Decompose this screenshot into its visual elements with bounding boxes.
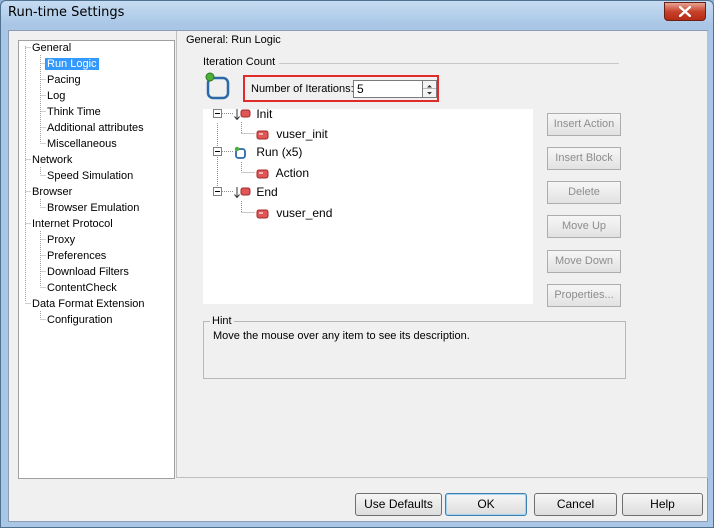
action-icon [256, 169, 269, 179]
flow-action-action[interactable]: Action [255, 164, 309, 182]
iteration-count-label: Iteration Count [203, 56, 276, 68]
tree-item-label: Miscellaneous [47, 138, 117, 150]
tree-item-label: Internet Protocol [32, 218, 113, 230]
tree-item-browser[interactable]: Browser [32, 185, 72, 200]
chevron-down-icon [427, 92, 432, 95]
tree-item-speed-simulation[interactable]: Speed Simulation [47, 169, 133, 184]
spin-up-button[interactable] [423, 81, 436, 89]
properties-button[interactable]: Properties... [547, 284, 621, 307]
dialog-client-area: General Run Logic Pacing Log Think Time … [8, 30, 708, 522]
insert-action-button[interactable]: Insert Action [547, 113, 621, 136]
insert-block-button[interactable]: Insert Block [547, 147, 621, 170]
iterations-highlight: Number of Iterations: [243, 75, 439, 102]
cancel-button[interactable]: Cancel [534, 493, 617, 516]
tree-item-label: Proxy [47, 234, 76, 246]
flow-action-vuser-end[interactable]: vuser_end [255, 204, 332, 222]
tree-item-label: Browser [32, 186, 73, 198]
iterations-stepper[interactable] [423, 80, 437, 98]
window-title: Run-time Settings [8, 5, 125, 20]
tree-item-label: Browser Emulation [47, 202, 140, 214]
tree-item-label: Pacing [47, 74, 81, 86]
action-icon [256, 130, 269, 140]
tree-item-label: ContentCheck [47, 282, 117, 294]
flow-item-label: vuser_init [276, 127, 328, 141]
tree-item-run-logic[interactable]: Run Logic [45, 57, 99, 72]
tree-item-label: Download Filters [47, 266, 129, 278]
panel-header: General: Run Logic [186, 34, 281, 46]
iterations-label: Number of Iterations: [251, 83, 354, 95]
flow-block-end[interactable]: End [233, 183, 278, 201]
tree-item-data-format-extension[interactable]: Data Format Extension [32, 297, 145, 312]
help-button[interactable]: Help [622, 493, 703, 516]
flow-item-label: Run (x5) [256, 145, 303, 159]
tree-item-internet-protocol[interactable]: Internet Protocol [32, 217, 113, 232]
title-bar[interactable]: Run-time Settings [1, 1, 713, 27]
flow-block-init[interactable]: Init [233, 105, 272, 123]
loop-icon [234, 146, 246, 159]
tree-item-think-time[interactable]: Think Time [47, 105, 101, 120]
flow-item-label: Action [275, 166, 310, 180]
ok-button[interactable]: OK [445, 493, 527, 516]
delete-button[interactable]: Delete [547, 181, 621, 204]
flow-block-run[interactable]: Run (x5) [233, 143, 302, 161]
tree-item-label: Preferences [47, 250, 107, 262]
tree-item-browser-emulation[interactable]: Browser Emulation [47, 201, 139, 216]
block-arrow-icon [234, 108, 251, 121]
flow-item-label: vuser_end [276, 206, 333, 220]
move-down-button[interactable]: Move Down [547, 250, 621, 273]
tree-item-miscellaneous[interactable]: Miscellaneous [47, 137, 117, 152]
block-arrow-icon [234, 186, 251, 199]
hint-text: Move the mouse over any item to see its … [213, 330, 470, 342]
flow-item-label: End [256, 185, 278, 199]
tree-item-label: Think Time [47, 106, 101, 118]
tree-item-label: Additional attributes [47, 122, 144, 134]
run-time-settings-window: Run-time Settings General Run Logic Paci… [0, 0, 714, 528]
hint-group: Hint Move the mouse over any item to see… [203, 315, 626, 379]
close-button[interactable] [664, 2, 706, 21]
expand-toggles [213, 109, 222, 196]
tree-item-configuration[interactable]: Configuration [47, 313, 112, 328]
flow-tree-lines [213, 109, 255, 213]
tree-item-pacing[interactable]: Pacing [47, 73, 81, 88]
tree-item-label: Run Logic [45, 58, 99, 70]
tree-item-log[interactable]: Log [47, 89, 65, 104]
use-defaults-button[interactable]: Use Defaults [355, 493, 442, 516]
tree-item-network[interactable]: Network [32, 153, 72, 168]
hint-title: Hint [210, 315, 234, 327]
iterations-input[interactable] [353, 80, 423, 98]
tree-item-label: Configuration [47, 314, 113, 326]
tree-item-label: Network [32, 154, 73, 166]
tree-item-label: Data Format Extension [32, 298, 145, 310]
iteration-count-divider [279, 63, 619, 64]
iteration-loop-icon [205, 72, 230, 100]
tree-item-label: Speed Simulation [47, 170, 134, 182]
settings-tree[interactable]: General Run Logic Pacing Log Think Time … [18, 40, 175, 479]
close-icon [679, 6, 691, 17]
tree-item-download-filters[interactable]: Download Filters [47, 265, 129, 280]
run-logic-tree[interactable]: Init vuser_init Run (x5) Action End vuse… [203, 107, 533, 304]
spin-down-button[interactable] [423, 89, 436, 97]
tree-item-label: Log [47, 90, 66, 102]
tree-item-label: General [32, 42, 72, 54]
flow-action-vuser-init[interactable]: vuser_init [255, 125, 328, 143]
tree-item-general[interactable]: General [32, 41, 71, 56]
flow-item-label: Init [256, 107, 273, 121]
tree-item-contentcheck[interactable]: ContentCheck [47, 281, 117, 296]
action-icon [256, 209, 269, 219]
move-up-button[interactable]: Move Up [547, 215, 621, 238]
tree-item-additional-attributes[interactable]: Additional attributes [47, 121, 144, 136]
tree-item-proxy[interactable]: Proxy [47, 233, 75, 248]
tree-item-preferences[interactable]: Preferences [47, 249, 106, 264]
